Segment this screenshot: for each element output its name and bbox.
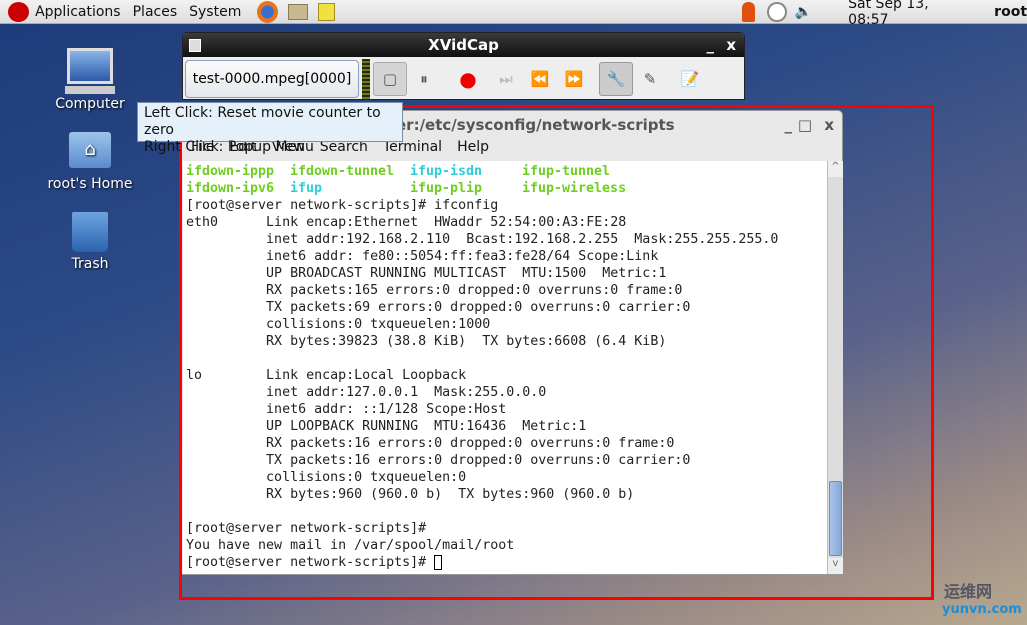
scrollbar[interactable]: ^ v <box>827 161 843 574</box>
home-folder-icon: ⌂ <box>69 132 111 168</box>
terminal-line: eth0 Link encap:Ethernet HWaddr 52:54:00… <box>186 215 643 230</box>
volume-icon[interactable]: 🔈 <box>795 4 812 20</box>
terminal-line: RX packets:16 errors:0 dropped:0 overrun… <box>186 436 675 451</box>
maximize-button[interactable]: □ <box>798 111 812 139</box>
ls-entry: ifup <box>290 181 323 196</box>
fast-forward-button[interactable]: ⏩ <box>557 62 591 96</box>
ls-entry: ifdown-ippp <box>186 164 275 179</box>
watermark-cn: 运维网 <box>944 582 993 601</box>
scroll-down-arrow[interactable]: v <box>828 558 843 574</box>
scroll-up-arrow[interactable]: ^ <box>828 161 843 177</box>
ls-entry: ifdown-ipv6 <box>186 181 275 196</box>
gauge-icon[interactable] <box>767 1 787 22</box>
terminal-line: TX packets:69 errors:0 dropped:0 overrun… <box>186 300 691 315</box>
ls-row: ifdown-ippp ifdown-tunnel ifup-isdn ifup-tu… <box>186 163 824 180</box>
terminal-line: [root@server network-scripts]# <box>186 554 824 571</box>
terminal-line: inet6 addr: fe80::5054:ff:fea3:fe28/64 S… <box>186 249 659 264</box>
edit-notes-button[interactable]: 📝 <box>673 62 707 96</box>
mail-icon[interactable] <box>288 3 308 20</box>
desktop-label: root's Home <box>47 176 133 192</box>
step-forward-button[interactable]: ⏭ <box>489 62 523 96</box>
desktop-icon-home[interactable]: ⌂ root's Home <box>45 132 135 192</box>
settings-keys-button[interactable]: 🔧 <box>599 61 633 96</box>
terminal-line: lo Link encap:Local Loopback <box>186 368 483 383</box>
terminal-line: [root@server network-scripts]# <box>186 521 435 536</box>
watermark-logo: 运维网 yunvn.com <box>922 578 1022 617</box>
rewind-button[interactable]: ⏪ <box>523 62 557 96</box>
terminal-line: inet addr:192.168.2.110 Bcast:192.168.2.… <box>186 232 779 247</box>
trash-icon <box>72 212 108 252</box>
terminal-line: collisions:0 txqueuelen:1000 <box>186 317 499 332</box>
terminal-line: RX packets:165 errors:0 dropped:0 overru… <box>186 283 683 298</box>
terminal-line: TX packets:16 errors:0 dropped:0 overrun… <box>186 453 691 468</box>
notes-icon[interactable] <box>317 2 335 21</box>
pause-button[interactable]: ⏸ <box>407 62 441 96</box>
watermark-url: yunvn.com <box>942 602 1022 617</box>
window-title: XVidCap <box>428 36 499 54</box>
ls-entry: ifup-wireless <box>522 181 627 196</box>
menu-system[interactable]: System <box>189 4 241 20</box>
menu-applications[interactable]: Applications <box>35 4 121 20</box>
minimize-button[interactable]: _ <box>785 111 793 139</box>
terminal-line: RX bytes:960 (960.0 b) TX bytes:960 (960… <box>186 487 635 502</box>
top-panel: Applications Places System 🔈 Sat Sep 13,… <box>0 0 1027 28</box>
cursor <box>434 554 443 570</box>
terminal-line: RX bytes:39823 (38.8 KiB) TX bytes:6608 … <box>186 334 667 349</box>
ls-entry: ifdown-tunnel <box>290 164 395 179</box>
window-menu-icon[interactable] <box>189 39 201 52</box>
xvidcap-titlebar[interactable]: XVidCap _ x <box>183 33 744 57</box>
level-meter <box>362 58 370 99</box>
terminal-line: You have new mail in /var/spool/mail/roo… <box>186 538 515 553</box>
menu-places[interactable]: Places <box>133 4 178 20</box>
alert-icon[interactable] <box>741 1 756 22</box>
minimize-button[interactable]: _ <box>707 33 715 57</box>
desktop-label: Computer <box>55 96 125 112</box>
close-button[interactable]: x <box>726 33 736 57</box>
desktop-icon-trash[interactable]: Trash <box>45 212 135 272</box>
ls-entry: ifup-isdn <box>410 164 483 179</box>
terminal-output[interactable]: ifdown-ippp ifdown-tunnel ifup-isdn ifup-tu… <box>183 161 827 574</box>
record-button[interactable]: ● <box>451 62 485 96</box>
user-name[interactable]: root <box>994 4 1027 20</box>
stop-button[interactable]: ▢ <box>373 61 407 96</box>
menu-help[interactable]: Help <box>457 139 489 161</box>
terminal-line: UP LOOPBACK RUNNING MTU:16436 Metric:1 <box>186 419 587 434</box>
window-title: er:/etc/sysconfig/network-scripts <box>396 116 675 134</box>
terminal-line: UP BROADCAST RUNNING MULTICAST MTU:1500 … <box>186 266 667 281</box>
scrollbar-thumb[interactable] <box>829 481 842 556</box>
filename-button[interactable]: test-0000.mpeg[0000] <box>185 59 359 98</box>
xvidcap-window: XVidCap _ x test-0000.mpeg[0000] ▢ ⏸ ● ⏭… <box>182 32 745 100</box>
desktop-label: Trash <box>71 256 109 272</box>
clock[interactable]: Sat Sep 13, 08:57 <box>848 0 968 28</box>
desktop-icon-computer[interactable]: Computer <box>45 48 135 112</box>
terminal-window: er:/etc/sysconfig/network-scripts _ □ x … <box>180 110 843 575</box>
terminal-line: [root@server network-scripts]# ifconfig <box>186 198 499 213</box>
firefox-icon[interactable] <box>257 0 279 23</box>
close-button[interactable]: x <box>824 111 834 139</box>
ls-row: ifdown-ipv6 ifup ifup-plip ifup-wireless <box>186 180 824 197</box>
tooltip: Left Click: Reset movie counter to zero … <box>137 102 403 155</box>
terminal-line: inet addr:127.0.0.1 Mask:255.0.0.0 <box>186 385 547 400</box>
computer-icon <box>67 48 113 84</box>
eyedropper-button[interactable]: ✎ <box>633 62 667 96</box>
redhat-logo-icon <box>8 1 30 22</box>
ls-entry: ifup-plip <box>410 181 483 196</box>
tooltip-line: Left Click: Reset movie counter to zero <box>144 105 381 138</box>
ls-entry: ifup-tunnel <box>522 164 611 179</box>
tooltip-line: Right Click: Popup Menu <box>144 139 314 155</box>
terminal-line: collisions:0 txqueuelen:0 <box>186 470 475 485</box>
terminal-line: inet6 addr: ::1/128 Scope:Host <box>186 402 507 417</box>
